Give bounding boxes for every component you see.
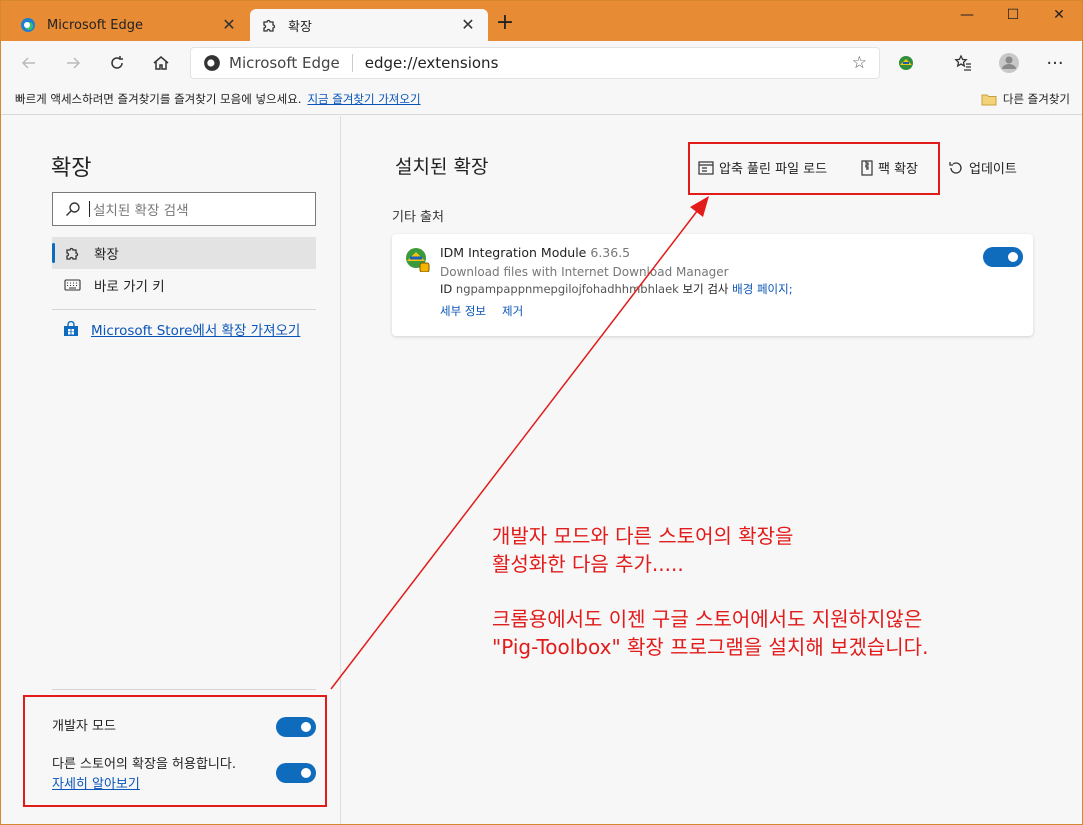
sidebar-item-label: 바로 가기 키 (94, 279, 165, 295)
details-link[interactable]: 세부 정보 (440, 303, 486, 319)
sidebar-item-keyboard-shortcuts[interactable]: 바로 가기 키 (52, 269, 316, 301)
developer-settings-highlight: 개발자 모드 다른 스토어의 확장을 허용합니다. 자세히 알아보기 (23, 695, 327, 807)
favorites-bar: 빠르게 액세스하려면 즐겨찾기를 즐겨찾기 모음에 넣으세요. 지금 즐겨찾기 가… (1, 85, 1082, 115)
browser-window: Microsoft Edge ✕ 확장 ✕ + — ☐ ✕ Microsoft … (0, 0, 1083, 825)
title-bar: Microsoft Edge ✕ 확장 ✕ + — ☐ ✕ (1, 1, 1082, 41)
address-bar[interactable]: Microsoft Edge edge://extensions ☆ (190, 47, 880, 79)
source-heading: 기타 출처 (392, 210, 444, 225)
pack-extension-button[interactable]: 팩 확장 (861, 158, 918, 177)
minimize-button[interactable]: — (944, 1, 990, 29)
url-text: edge://extensions (364, 54, 499, 72)
learn-more-link[interactable]: 자세히 알아보기 (52, 773, 140, 792)
annotation-line-3: 크롬용에서도 이젠 구글 스토어에서도 지원하지않은 (492, 607, 923, 631)
extension-name: IDM Integration Module (440, 245, 587, 260)
profile-button[interactable] (995, 49, 1023, 77)
extension-actions: 세부 정보 제거 (440, 303, 523, 319)
avatar-icon (999, 53, 1019, 73)
id-value: ngpampappnmepgilojfohadhhmbhlaek (455, 282, 679, 296)
maximize-button[interactable]: ☐ (990, 1, 1036, 29)
back-arrow-icon (21, 57, 35, 69)
refresh-icon (111, 56, 123, 69)
search-extensions-input[interactable]: 설치된 확장 검색 (52, 192, 316, 226)
tab-extensions[interactable]: 확장 ✕ (250, 9, 488, 41)
puzzle-icon (64, 245, 82, 261)
sidebar-item-extensions[interactable]: 확장 (52, 237, 316, 269)
idm-globe-icon (406, 248, 430, 272)
annotation-line-2: 활성화한 다음 추가..... (492, 552, 684, 576)
close-tab-icon[interactable]: ✕ (219, 15, 239, 34)
text-cursor (89, 201, 90, 217)
folder-icon (981, 94, 997, 105)
home-button[interactable] (147, 49, 175, 77)
developer-mode-toggle[interactable] (276, 717, 316, 737)
extension-name-row: IDM Integration Module 6.36.5 (440, 245, 630, 260)
new-tab-button[interactable]: + (493, 11, 517, 35)
pack-extension-label: 팩 확장 (878, 162, 919, 177)
home-icon (153, 56, 169, 70)
extension-card: IDM Integration Module 6.36.5 Download fi… (392, 234, 1033, 336)
tab-label: 확장 (288, 19, 312, 35)
remove-link[interactable]: 제거 (502, 303, 523, 319)
forward-arrow-icon (67, 57, 81, 69)
search-placeholder: 설치된 확장 검색 (93, 203, 189, 219)
more-menu-button[interactable]: ··· (1041, 49, 1069, 77)
update-label: 업데이트 (969, 162, 1017, 177)
back-button[interactable] (15, 49, 43, 77)
sidebar-title: 확장 (51, 156, 92, 181)
ellipsis-icon: ··· (1046, 52, 1064, 74)
other-favorites-label: 다른 즐겨찾기 (1002, 92, 1070, 106)
idm-extension-button[interactable] (892, 49, 920, 77)
refresh-button[interactable] (103, 49, 131, 77)
idm-globe-icon (899, 56, 913, 70)
favorite-star-icon[interactable]: ☆ (852, 53, 867, 73)
store-link-text: Microsoft Store에서 확장 가져오기 (91, 323, 301, 339)
other-favorites[interactable]: 다른 즐겨찾기 (981, 91, 1070, 107)
extension-version: 6.36.5 (590, 245, 631, 260)
extension-enable-toggle[interactable] (983, 247, 1023, 267)
load-unpacked-label: 압축 풀린 파일 로드 (719, 162, 828, 177)
address-separator (351, 54, 353, 72)
edge-logo-icon (19, 16, 37, 34)
sidebar-bottom-divider (52, 689, 316, 690)
extension-description: Download files with Internet Download Ma… (440, 265, 729, 279)
background-page-link[interactable]: 배경 페이지; (732, 282, 792, 296)
extensions-main: 설치된 확장 압축 풀린 파일 로드 팩 확장 업데이트 기타 출처 IDM I… (342, 116, 1082, 824)
id-label: ID (440, 282, 453, 296)
other-stores-toggle[interactable] (276, 763, 316, 783)
inspect-label: 보기 검사 (682, 282, 729, 296)
installed-extensions-title: 설치된 확장 (395, 156, 489, 178)
extensions-sidebar: 확장 설치된 확장 검색 확장 바로 가기 키 Microsoft Store에… (1, 116, 341, 824)
other-stores-label: 다른 스토어의 확장을 허용합니다. (52, 757, 236, 772)
store-bag-icon (64, 321, 78, 336)
navigation-toolbar: Microsoft Edge edge://extensions ☆ ··· (1, 41, 1082, 85)
zip-file-icon (861, 159, 873, 176)
edge-logo-icon (204, 55, 220, 71)
extension-id-row: ID ngpampappnmepgilojfohadhhmbhlaek 보기 검… (440, 281, 793, 297)
favorites-message-text: 빠르게 액세스하려면 즐겨찾기를 즐겨찾기 모음에 넣으세요. (15, 92, 302, 106)
site-label: Microsoft Edge (229, 54, 340, 72)
tab-label: Microsoft Edge (47, 17, 144, 33)
load-unpacked-icon (698, 160, 714, 175)
close-window-button[interactable]: ✕ (1036, 1, 1082, 29)
tab-microsoft-edge[interactable]: Microsoft Edge ✕ (9, 9, 249, 41)
import-favorites-link[interactable]: 지금 즐겨찾기 가져오기 (307, 92, 420, 106)
favorites-message: 빠르게 액세스하려면 즐겨찾기를 즐겨찾기 모음에 넣으세요. 지금 즐겨찾기 가… (15, 91, 421, 107)
update-button[interactable]: 업데이트 (948, 158, 1017, 177)
keyboard-icon (64, 278, 82, 292)
puzzle-icon (260, 16, 278, 34)
sidebar-divider (52, 309, 316, 310)
annotation-line-1: 개발자 모드와 다른 스토어의 확장을 (492, 524, 794, 548)
close-tab-icon[interactable]: ✕ (458, 15, 478, 34)
annotation-line-4: "Pig-Toolbox" 확장 프로그램을 설치해 보겠습니다. (492, 635, 929, 659)
favorites-button[interactable] (949, 49, 977, 77)
microsoft-store-link[interactable]: Microsoft Store에서 확장 가져오기 (63, 319, 300, 339)
update-icon (949, 161, 962, 174)
favorites-list-icon (954, 54, 971, 71)
developer-mode-label: 개발자 모드 (52, 719, 116, 734)
sidebar-item-label: 확장 (94, 247, 119, 263)
search-icon (66, 202, 80, 216)
forward-button[interactable] (59, 49, 87, 77)
load-unpacked-button[interactable]: 압축 풀린 파일 로드 (698, 158, 827, 177)
